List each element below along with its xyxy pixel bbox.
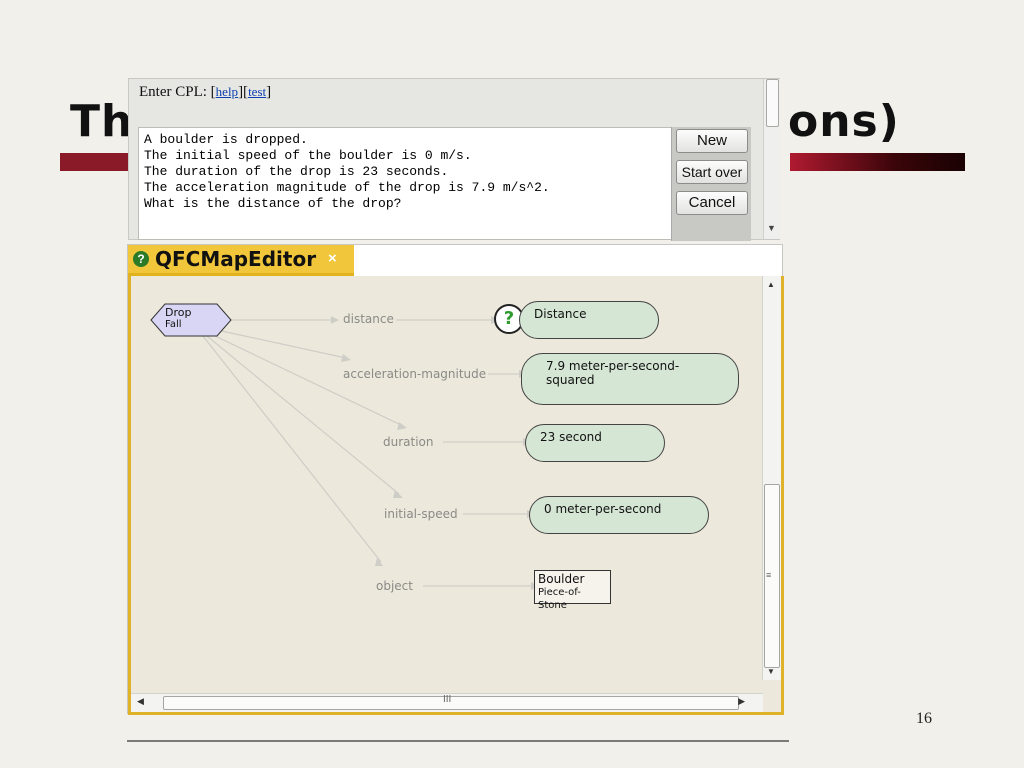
- question-circle-icon: ?: [133, 251, 149, 267]
- edge-accel: [216, 329, 347, 359]
- cancel-button[interactable]: Cancel: [676, 191, 748, 215]
- cpl-scroll-thumb[interactable]: [766, 79, 779, 127]
- new-button[interactable]: New: [676, 129, 748, 153]
- bottom-divider: [127, 740, 789, 742]
- title-rule-right: [790, 153, 965, 171]
- page-number: 16: [916, 710, 932, 727]
- node-boulder[interactable]: Boulder Piece-of-Stone: [534, 570, 611, 611]
- slide-title-tail: ons): [788, 96, 900, 147]
- map-editor: ? QFCMapEditor × Drop Fall distance acce…: [127, 244, 784, 715]
- relation-acceleration-magnitude: acceleration-magnitude: [341, 367, 489, 381]
- map-vertical-scrollbar[interactable]: ▲ ≡ ▼: [762, 276, 781, 680]
- node-distance[interactable]: Distance: [519, 301, 659, 339]
- scroll-down-icon[interactable]: ▼: [767, 223, 776, 233]
- cpl-panel: Enter CPL: [help][test] A boulder is dro…: [128, 78, 780, 241]
- cpl-button-bar: New Start over Cancel: [671, 127, 751, 241]
- relation-duration: duration: [381, 435, 436, 449]
- arrowhead: [331, 316, 339, 324]
- node-duration-value[interactable]: 23 second: [525, 424, 665, 462]
- grip-icon: ≡: [766, 570, 772, 580]
- help-link[interactable]: help: [216, 84, 238, 99]
- scroll-up-icon[interactable]: ▲: [767, 280, 775, 289]
- node-acceleration-value[interactable]: 7.9 meter-per-second-squared: [521, 353, 739, 405]
- tab-title: QFCMapEditor: [155, 247, 317, 271]
- start-over-button[interactable]: Start over: [676, 160, 748, 184]
- title-rule-left: [60, 153, 130, 171]
- test-link[interactable]: test: [248, 84, 266, 99]
- edge-layer: [150, 303, 539, 590]
- relation-initial-speed: initial-speed: [382, 507, 460, 521]
- slide-title-head: Th: [70, 96, 134, 147]
- slide-title: Th ons): [70, 96, 899, 147]
- scroll-down-icon[interactable]: ▼: [767, 667, 775, 676]
- relation-distance: distance: [341, 312, 396, 326]
- tab-qfcmapeditor[interactable]: ? QFCMapEditor ×: [128, 245, 354, 276]
- node-drop-label: Drop: [165, 306, 192, 319]
- cpl-scrollbar[interactable]: ▼: [763, 79, 780, 239]
- scroll-right-icon[interactable]: ▶: [738, 696, 745, 707]
- relation-object: object: [374, 579, 415, 593]
- cpl-input[interactable]: A boulder is dropped. The initial speed …: [138, 127, 672, 240]
- close-icon[interactable]: ×: [328, 250, 337, 267]
- edge-initial-speed: [206, 335, 400, 495]
- arrowhead: [341, 354, 351, 362]
- grip-icon: III: [443, 694, 452, 705]
- node-boulder-label: Boulder: [538, 572, 585, 586]
- node-initial-speed-value[interactable]: 0 meter-per-second: [529, 496, 709, 534]
- map-horizontal-scrollbar[interactable]: ◀ III ▶: [131, 693, 763, 712]
- cpl-label: Enter CPL: [help][test]: [139, 84, 272, 100]
- node-boulder-type: Piece-of-Stone: [538, 587, 581, 611]
- node-drop[interactable]: Drop Fall: [165, 307, 191, 331]
- arrowhead: [393, 490, 403, 498]
- cpl-label-text: Enter CPL:: [139, 84, 211, 100]
- map-canvas[interactable]: Drop Fall distance acceleration-magnitud…: [128, 276, 784, 715]
- scroll-left-icon[interactable]: ◀: [137, 696, 144, 707]
- node-drop-type: Fall: [165, 319, 182, 330]
